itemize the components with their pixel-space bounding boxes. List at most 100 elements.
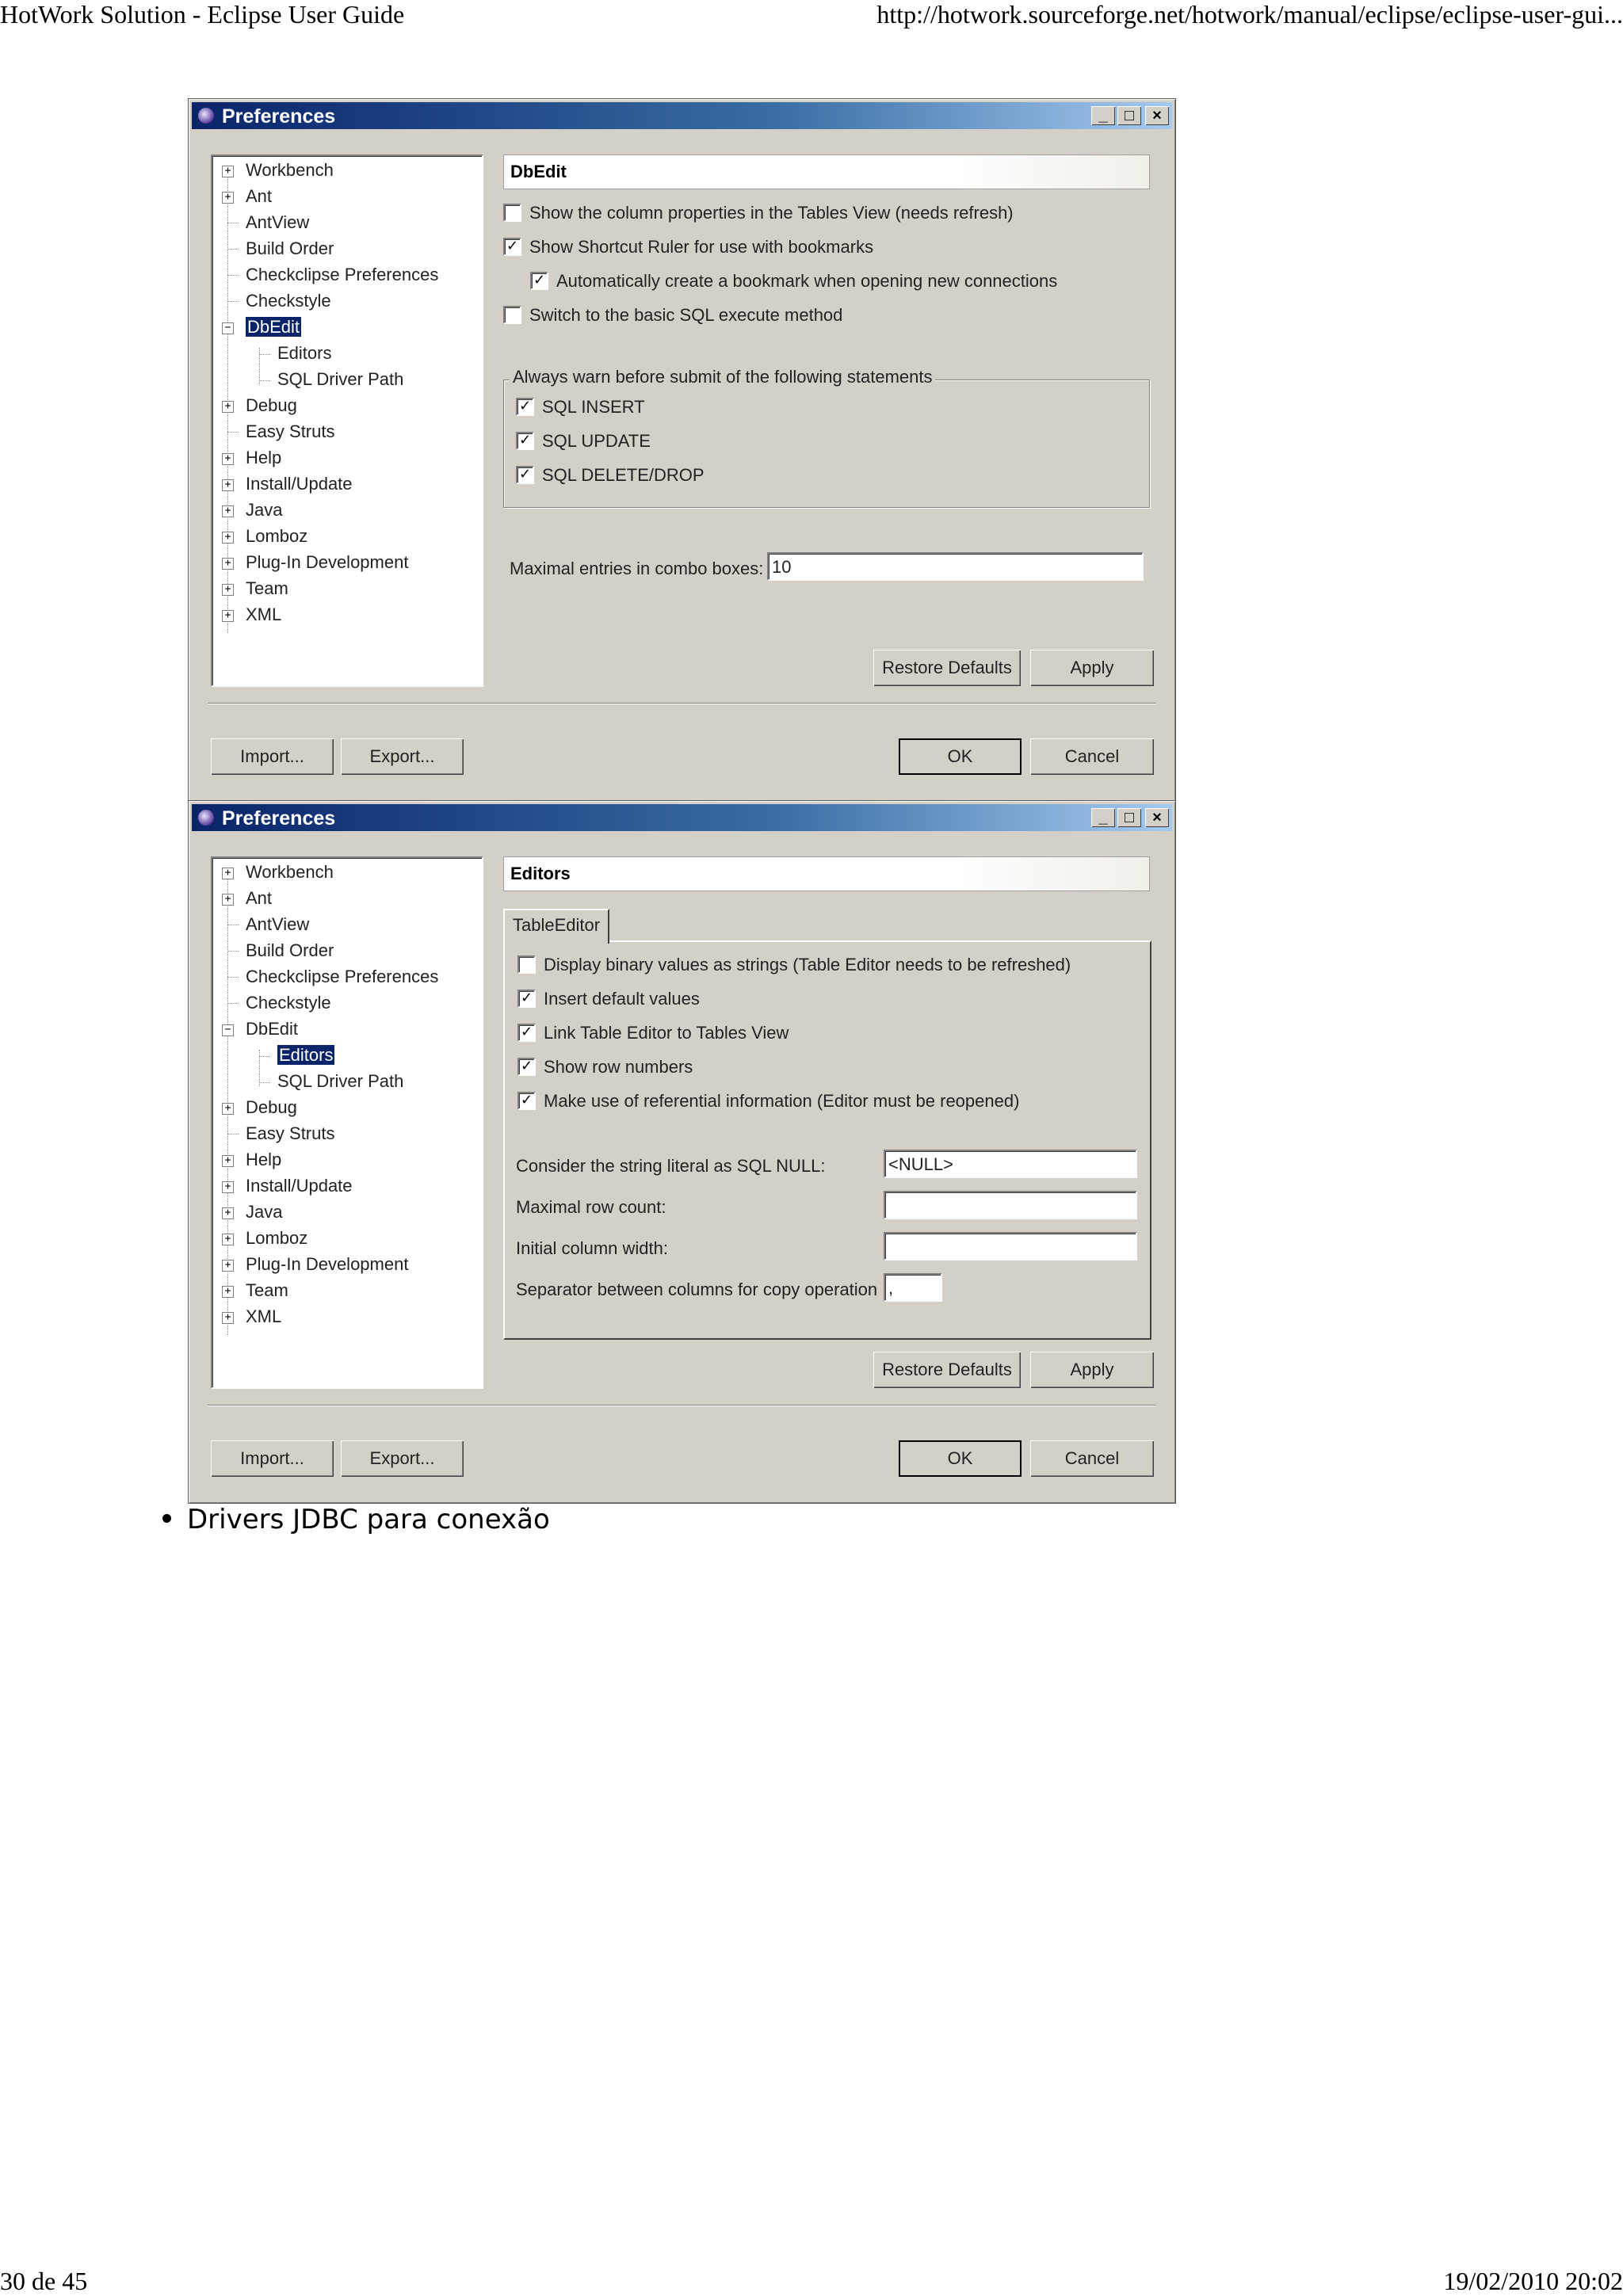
sql-insert-checkbox[interactable]: ✓ SQL INSERT	[516, 395, 645, 419]
tree-item-antview[interactable]: AntView	[246, 913, 309, 936]
expand-icon[interactable]: +	[222, 1103, 234, 1115]
tree-item-checkstyle[interactable]: Checkstyle	[246, 992, 331, 1014]
expand-icon[interactable]: +	[222, 610, 234, 622]
tree-item-help[interactable]: Help	[246, 1149, 281, 1171]
window-title: Preferences	[222, 807, 336, 830]
expand-icon[interactable]: +	[222, 1207, 234, 1219]
page-title: Editors	[503, 856, 1150, 891]
tree-item-team[interactable]: Team	[246, 1280, 288, 1302]
expand-icon[interactable]: +	[222, 894, 234, 906]
tree-item-workbench[interactable]: Workbench	[246, 159, 334, 181]
sql-update-checkbox[interactable]: ✓ SQL UPDATE	[516, 429, 651, 453]
separator-input[interactable]: ,	[884, 1273, 942, 1302]
tree-item-install-update[interactable]: Install/Update	[246, 1175, 353, 1197]
tree-item-dbedit[interactable]: DbEdit	[246, 1018, 298, 1040]
show-shortcut-ruler-checkbox[interactable]: ✓ Show Shortcut Ruler for use with bookma…	[503, 235, 873, 259]
preferences-tree[interactable]: + Workbench + Ant AntView Build Order Ch…	[211, 154, 483, 687]
tree-item-java[interactable]: Java	[246, 499, 282, 521]
expand-icon[interactable]: +	[222, 1155, 234, 1167]
sql-delete-checkbox[interactable]: ✓ SQL DELETE/DROP	[516, 463, 705, 487]
sql-null-input[interactable]: <NULL>	[884, 1150, 1137, 1178]
expand-icon[interactable]: +	[222, 401, 234, 413]
tree-item-lomboz[interactable]: Lomboz	[246, 525, 307, 547]
tree-item-help[interactable]: Help	[246, 447, 281, 469]
restore-defaults-button[interactable]: Restore Defaults	[873, 1352, 1021, 1388]
minimize-button[interactable]: _	[1091, 808, 1115, 827]
expand-icon[interactable]: +	[222, 868, 234, 879]
tree-item-ant[interactable]: Ant	[246, 887, 272, 910]
expand-icon[interactable]: +	[222, 558, 234, 570]
show-column-properties-checkbox[interactable]: Show the column properties in the Tables…	[503, 201, 1014, 225]
apply-button[interactable]: Apply	[1030, 650, 1154, 686]
max-row-count-input[interactable]	[884, 1191, 1137, 1219]
expand-icon[interactable]: +	[222, 479, 234, 491]
expand-icon[interactable]: +	[222, 532, 234, 543]
tab-table-editor[interactable]: TableEditor	[503, 909, 610, 944]
expand-icon[interactable]: +	[222, 1286, 234, 1298]
show-row-numbers-checkbox[interactable]: ✓ Show row numbers	[517, 1055, 693, 1079]
basic-sql-checkbox[interactable]: Switch to the basic SQL execute method	[503, 303, 842, 327]
close-button[interactable]: ×	[1145, 808, 1169, 827]
collapse-icon[interactable]: −	[222, 1024, 234, 1036]
ok-button[interactable]: OK	[899, 1440, 1022, 1477]
import-button[interactable]: Import...	[211, 738, 334, 775]
tree-item-checkclipse[interactable]: Checkclipse Preferences	[246, 264, 438, 286]
export-button[interactable]: Export...	[341, 738, 464, 775]
export-button[interactable]: Export...	[341, 1440, 464, 1477]
tree-item-sql-driver-path[interactable]: SQL Driver Path	[277, 368, 403, 391]
link-table-editor-checkbox[interactable]: ✓ Link Table Editor to Tables View	[517, 1021, 789, 1045]
expand-icon[interactable]: +	[222, 1234, 234, 1245]
cancel-button[interactable]: Cancel	[1030, 738, 1154, 775]
referential-info-checkbox[interactable]: ✓ Make use of referential information (Ed…	[517, 1089, 1019, 1113]
cancel-button[interactable]: Cancel	[1030, 1440, 1154, 1477]
ok-button[interactable]: OK	[899, 738, 1022, 775]
tree-item-team[interactable]: Team	[246, 578, 288, 600]
import-button[interactable]: Import...	[211, 1440, 334, 1477]
expand-icon[interactable]: +	[222, 1181, 234, 1193]
auto-bookmark-checkbox[interactable]: ✓ Automatically create a bookmark when op…	[530, 269, 1057, 293]
tree-item-easy-struts[interactable]: Easy Struts	[246, 1123, 334, 1145]
expand-icon[interactable]: +	[222, 584, 234, 596]
tree-item-editors[interactable]: Editors	[277, 342, 331, 364]
display-binary-checkbox[interactable]: Display binary values as strings (Table …	[517, 953, 1071, 977]
insert-default-values-checkbox[interactable]: ✓ Insert default values	[517, 987, 700, 1011]
max-entries-input[interactable]: 10	[767, 552, 1144, 581]
expand-icon[interactable]: +	[222, 1312, 234, 1324]
tree-item-debug[interactable]: Debug	[246, 395, 297, 417]
tree-item-xml[interactable]: XML	[246, 604, 281, 626]
expand-icon[interactable]: +	[222, 166, 234, 177]
title-bar[interactable]: Preferences _ □ ×	[192, 804, 1172, 831]
tree-item-ant[interactable]: Ant	[246, 185, 272, 208]
tree-item-lomboz[interactable]: Lomboz	[246, 1227, 307, 1249]
tree-item-editors[interactable]: Editors	[276, 1044, 336, 1066]
tree-item-workbench[interactable]: Workbench	[246, 861, 334, 883]
apply-button[interactable]: Apply	[1030, 1352, 1154, 1388]
tree-item-antview[interactable]: AntView	[246, 212, 309, 234]
maximize-button[interactable]: □	[1117, 106, 1141, 125]
preferences-tree[interactable]: + Workbench + Ant AntView Build Order Ch…	[211, 856, 483, 1389]
tree-item-xml[interactable]: XML	[246, 1306, 281, 1328]
maximize-button[interactable]: □	[1117, 808, 1141, 827]
tree-item-debug[interactable]: Debug	[246, 1097, 297, 1119]
tree-item-checkclipse[interactable]: Checkclipse Preferences	[246, 966, 438, 988]
expand-icon[interactable]: +	[222, 192, 234, 204]
close-button[interactable]: ×	[1145, 106, 1169, 125]
tree-item-plugin-development[interactable]: Plug-In Development	[246, 1253, 408, 1276]
minimize-button[interactable]: _	[1091, 106, 1115, 125]
expand-icon[interactable]: +	[222, 1260, 234, 1272]
tree-item-easy-struts[interactable]: Easy Struts	[246, 421, 334, 443]
expand-icon[interactable]: +	[222, 453, 234, 465]
tree-item-install-update[interactable]: Install/Update	[246, 473, 353, 495]
tree-item-plugin-development[interactable]: Plug-In Development	[246, 551, 408, 574]
expand-icon[interactable]: +	[222, 505, 234, 517]
tree-item-sql-driver-path[interactable]: SQL Driver Path	[277, 1070, 403, 1093]
restore-defaults-button[interactable]: Restore Defaults	[873, 650, 1021, 686]
tree-item-dbedit[interactable]: DbEdit	[244, 316, 303, 338]
tree-item-build-order[interactable]: Build Order	[246, 940, 334, 962]
tree-item-build-order[interactable]: Build Order	[246, 238, 334, 260]
tree-item-java[interactable]: Java	[246, 1201, 282, 1223]
title-bar[interactable]: Preferences _ □ ×	[192, 102, 1172, 129]
column-width-input[interactable]	[884, 1232, 1137, 1261]
tree-item-checkstyle[interactable]: Checkstyle	[246, 290, 331, 312]
collapse-icon[interactable]: −	[222, 322, 234, 334]
